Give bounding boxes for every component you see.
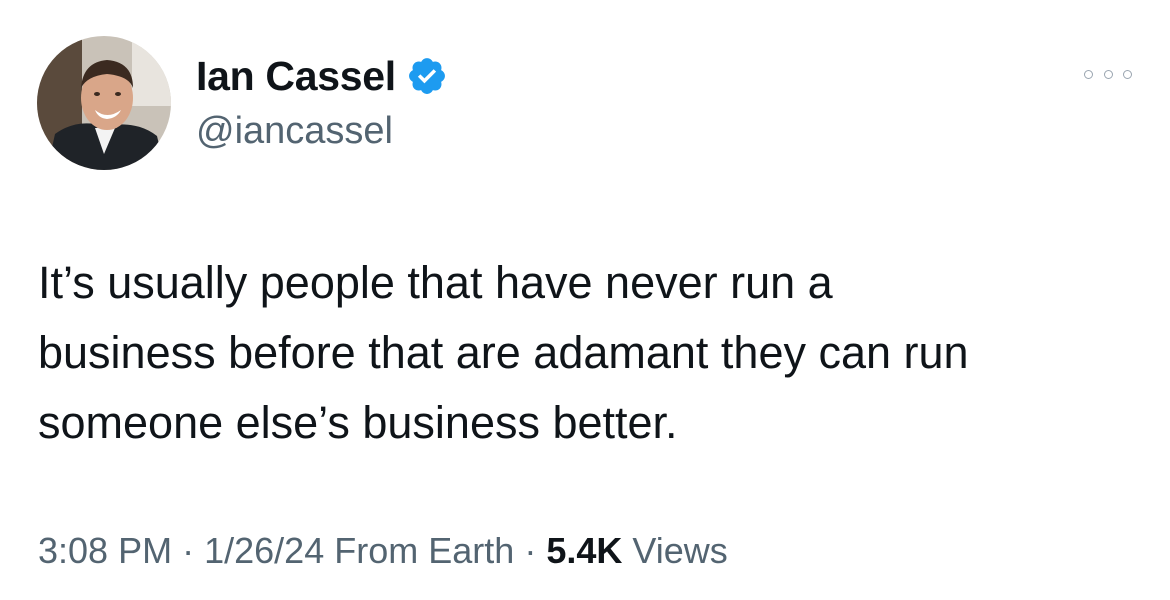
tweet-date[interactable]: 1/26/24 bbox=[204, 530, 324, 571]
more-dot bbox=[1084, 69, 1093, 79]
tweet-meta: 3:08 PM · 1/26/24 From Earth · 5.4K View… bbox=[38, 530, 728, 572]
tweet-text-line: It’s usually people that have never run … bbox=[38, 257, 833, 308]
more-dot bbox=[1123, 69, 1132, 79]
author-name-row: Ian Cassel bbox=[196, 50, 448, 102]
author-display-name[interactable]: Ian Cassel bbox=[196, 53, 396, 100]
more-options-icon[interactable] bbox=[1084, 62, 1132, 86]
views-count: 5.4K bbox=[546, 530, 623, 571]
more-dot bbox=[1103, 69, 1113, 79]
meta-separator: · bbox=[524, 530, 537, 571]
views-link[interactable]: 5.4K Views bbox=[546, 530, 727, 571]
avatar[interactable] bbox=[37, 36, 171, 170]
tweet-source: From Earth bbox=[334, 530, 515, 571]
meta-separator: · bbox=[182, 530, 195, 571]
tweet-text: It’s usually people that have never run … bbox=[38, 248, 1138, 458]
tweet-time[interactable]: 3:08 PM bbox=[38, 530, 172, 571]
tweet-text-line: someone else’s business better. bbox=[38, 397, 678, 448]
verified-badge-icon[interactable] bbox=[406, 55, 448, 97]
profile-photo bbox=[37, 36, 171, 170]
author-handle[interactable]: @iancassel bbox=[196, 110, 393, 153]
views-label: Views bbox=[632, 530, 728, 571]
tweet-text-line: business before that are adamant they ca… bbox=[38, 327, 969, 378]
